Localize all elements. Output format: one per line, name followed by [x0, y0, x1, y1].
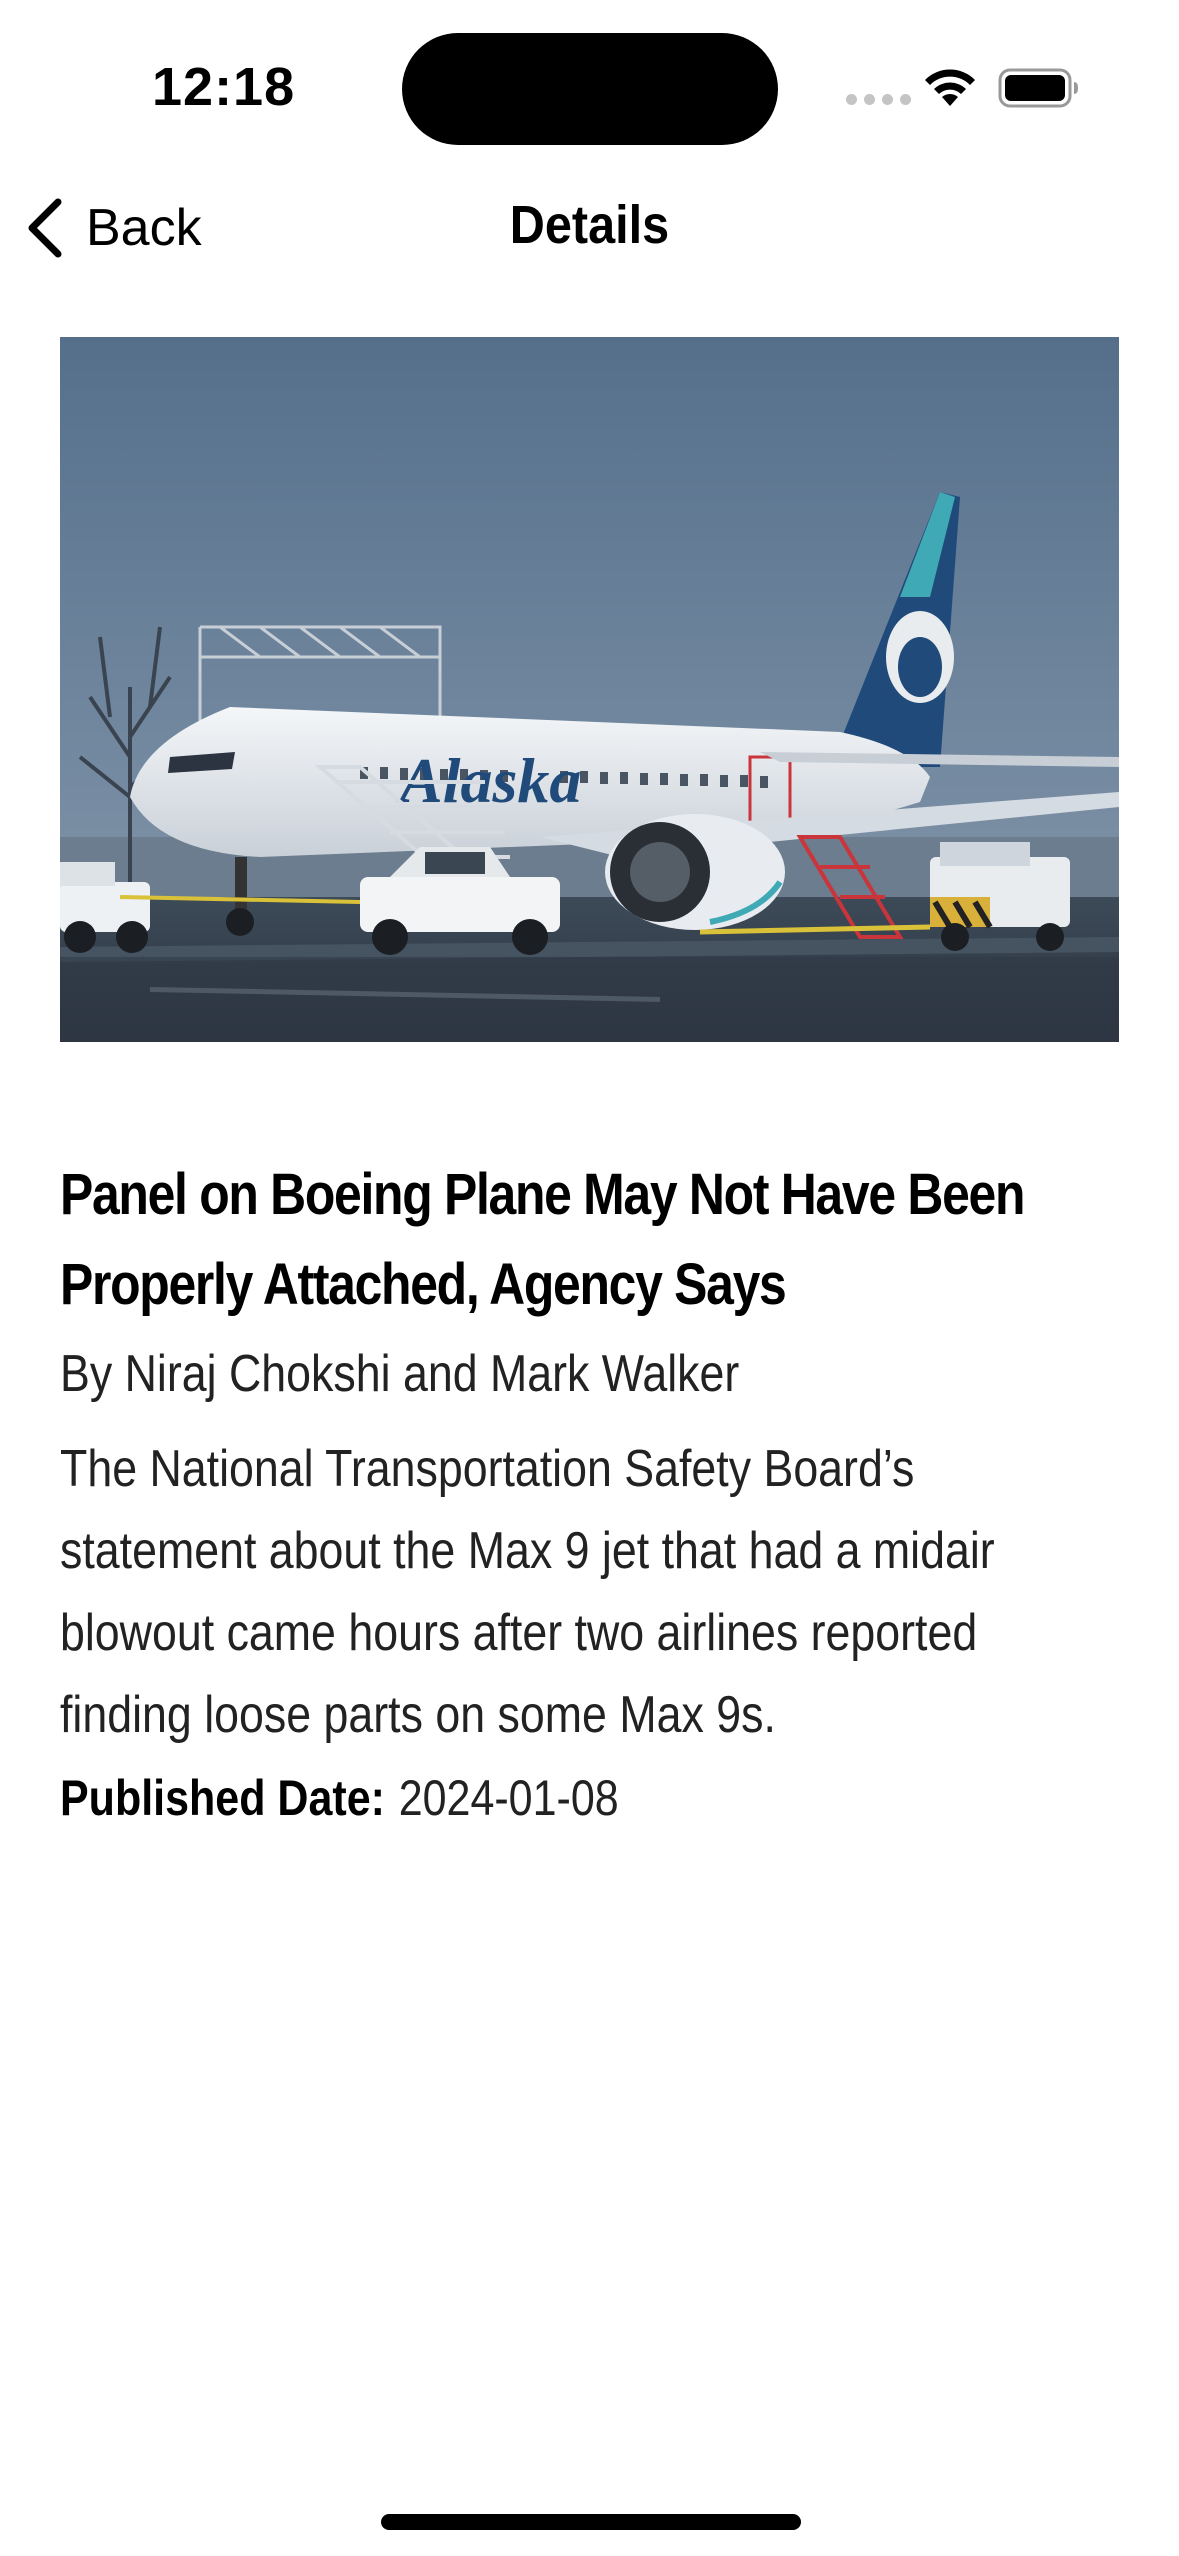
dynamic-island [402, 33, 778, 145]
article-headline: Panel on Boeing Plane May Not Have Been … [60, 1162, 1025, 1317]
published-date-row: Published Date: 2024-01-08 [60, 1760, 1144, 1836]
article-byline: By Niraj Chokshi and Mark Walker [60, 1345, 740, 1403]
article-image: Alaska [60, 337, 1119, 1042]
published-date-label: Published Date: [60, 1770, 385, 1826]
home-indicator[interactable] [381, 2514, 801, 2530]
page-title: Details [509, 195, 670, 255]
published-date-value: 2024-01-08 [398, 1770, 619, 1826]
airplane-illustration: Alaska [60, 337, 1119, 1042]
status-time: 12:18 [152, 57, 296, 117]
article-abstract: The National Transportation Safety Board… [60, 1440, 995, 1744]
article-content: Panel on Boeing Plane May Not Have Been … [60, 1150, 1140, 1836]
battery-icon [998, 68, 1078, 108]
wifi-icon [925, 69, 975, 106]
status-bar: 12:18 [0, 0, 1179, 170]
navigation-bar: Back Details [0, 170, 1179, 286]
signal-dots-icon [846, 94, 911, 105]
